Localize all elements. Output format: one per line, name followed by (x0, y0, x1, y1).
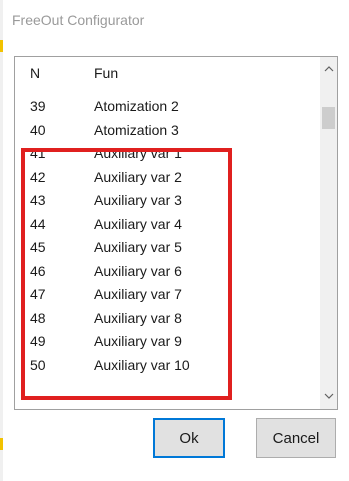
item-function: Auxiliary var 5 (94, 239, 182, 255)
item-function: Auxiliary var 2 (94, 168, 182, 185)
item-function: Auxiliary var 6 (94, 262, 182, 279)
item-function: Atomization 2 (94, 98, 179, 114)
chevron-down-icon[interactable] (320, 388, 337, 405)
list-item[interactable]: 42 Auxiliary var 2 (15, 166, 315, 190)
cancel-button[interactable]: Cancel (256, 418, 336, 458)
chevron-up-icon[interactable] (320, 61, 337, 78)
column-header-fun[interactable]: Fun (94, 65, 118, 81)
item-number: 44 (30, 215, 46, 232)
list-item[interactable]: 48 Auxiliary var 8 (15, 307, 315, 331)
vertical-scrollbar[interactable] (320, 57, 337, 409)
list-rows: 39 Atomization 2 40 Atomization 3 41 Aux… (15, 95, 315, 377)
list-item[interactable]: 50 Auxiliary var 10 (15, 354, 315, 378)
window-left-edge (0, 0, 3, 481)
item-function: Auxiliary var 1 (94, 145, 182, 161)
window-title: FreeOut Configurator (12, 12, 145, 28)
list-item[interactable]: 41 Auxiliary var 1 (15, 142, 315, 166)
item-function: Auxiliary var 4 (94, 215, 182, 232)
item-number: 41 (30, 145, 46, 161)
item-number: 43 (30, 192, 46, 208)
list-item[interactable]: 45 Auxiliary var 5 (15, 236, 315, 260)
item-number: 50 (30, 356, 46, 373)
item-number: 42 (30, 168, 46, 185)
item-number: 48 (30, 309, 46, 326)
item-number: 46 (30, 262, 46, 279)
item-number: 47 (30, 286, 46, 302)
item-function: Auxiliary var 9 (94, 333, 182, 349)
edge-marker (0, 40, 3, 52)
configurator-window: FreeOut Configurator N Fun 39 Atomizatio… (0, 0, 349, 481)
item-function: Auxiliary var 8 (94, 309, 182, 326)
column-header-n[interactable]: N (30, 65, 40, 81)
item-number: 39 (30, 98, 46, 114)
list-item[interactable]: 44 Auxiliary var 4 (15, 213, 315, 237)
item-function: Atomization 3 (94, 121, 179, 138)
ok-button[interactable]: Ok (153, 418, 225, 458)
edge-marker (0, 438, 3, 450)
list-item[interactable]: 49 Auxiliary var 9 (15, 330, 315, 354)
list-item[interactable]: 40 Atomization 3 (15, 119, 315, 143)
list-item[interactable]: 47 Auxiliary var 7 (15, 283, 315, 307)
item-number: 49 (30, 333, 46, 349)
item-function: Auxiliary var 7 (94, 286, 182, 302)
item-function: Auxiliary var 3 (94, 192, 182, 208)
list-item[interactable]: 39 Atomization 2 (15, 95, 315, 119)
list-item[interactable]: 43 Auxiliary var 3 (15, 189, 315, 213)
item-function: Auxiliary var 10 (94, 356, 190, 373)
item-number: 45 (30, 239, 46, 255)
function-list[interactable]: N Fun 39 Atomization 2 40 Atomization 3 … (14, 56, 338, 410)
scrollbar-thumb[interactable] (322, 107, 335, 129)
item-number: 40 (30, 121, 46, 138)
list-header: N Fun (15, 65, 315, 85)
list-item[interactable]: 46 Auxiliary var 6 (15, 260, 315, 284)
